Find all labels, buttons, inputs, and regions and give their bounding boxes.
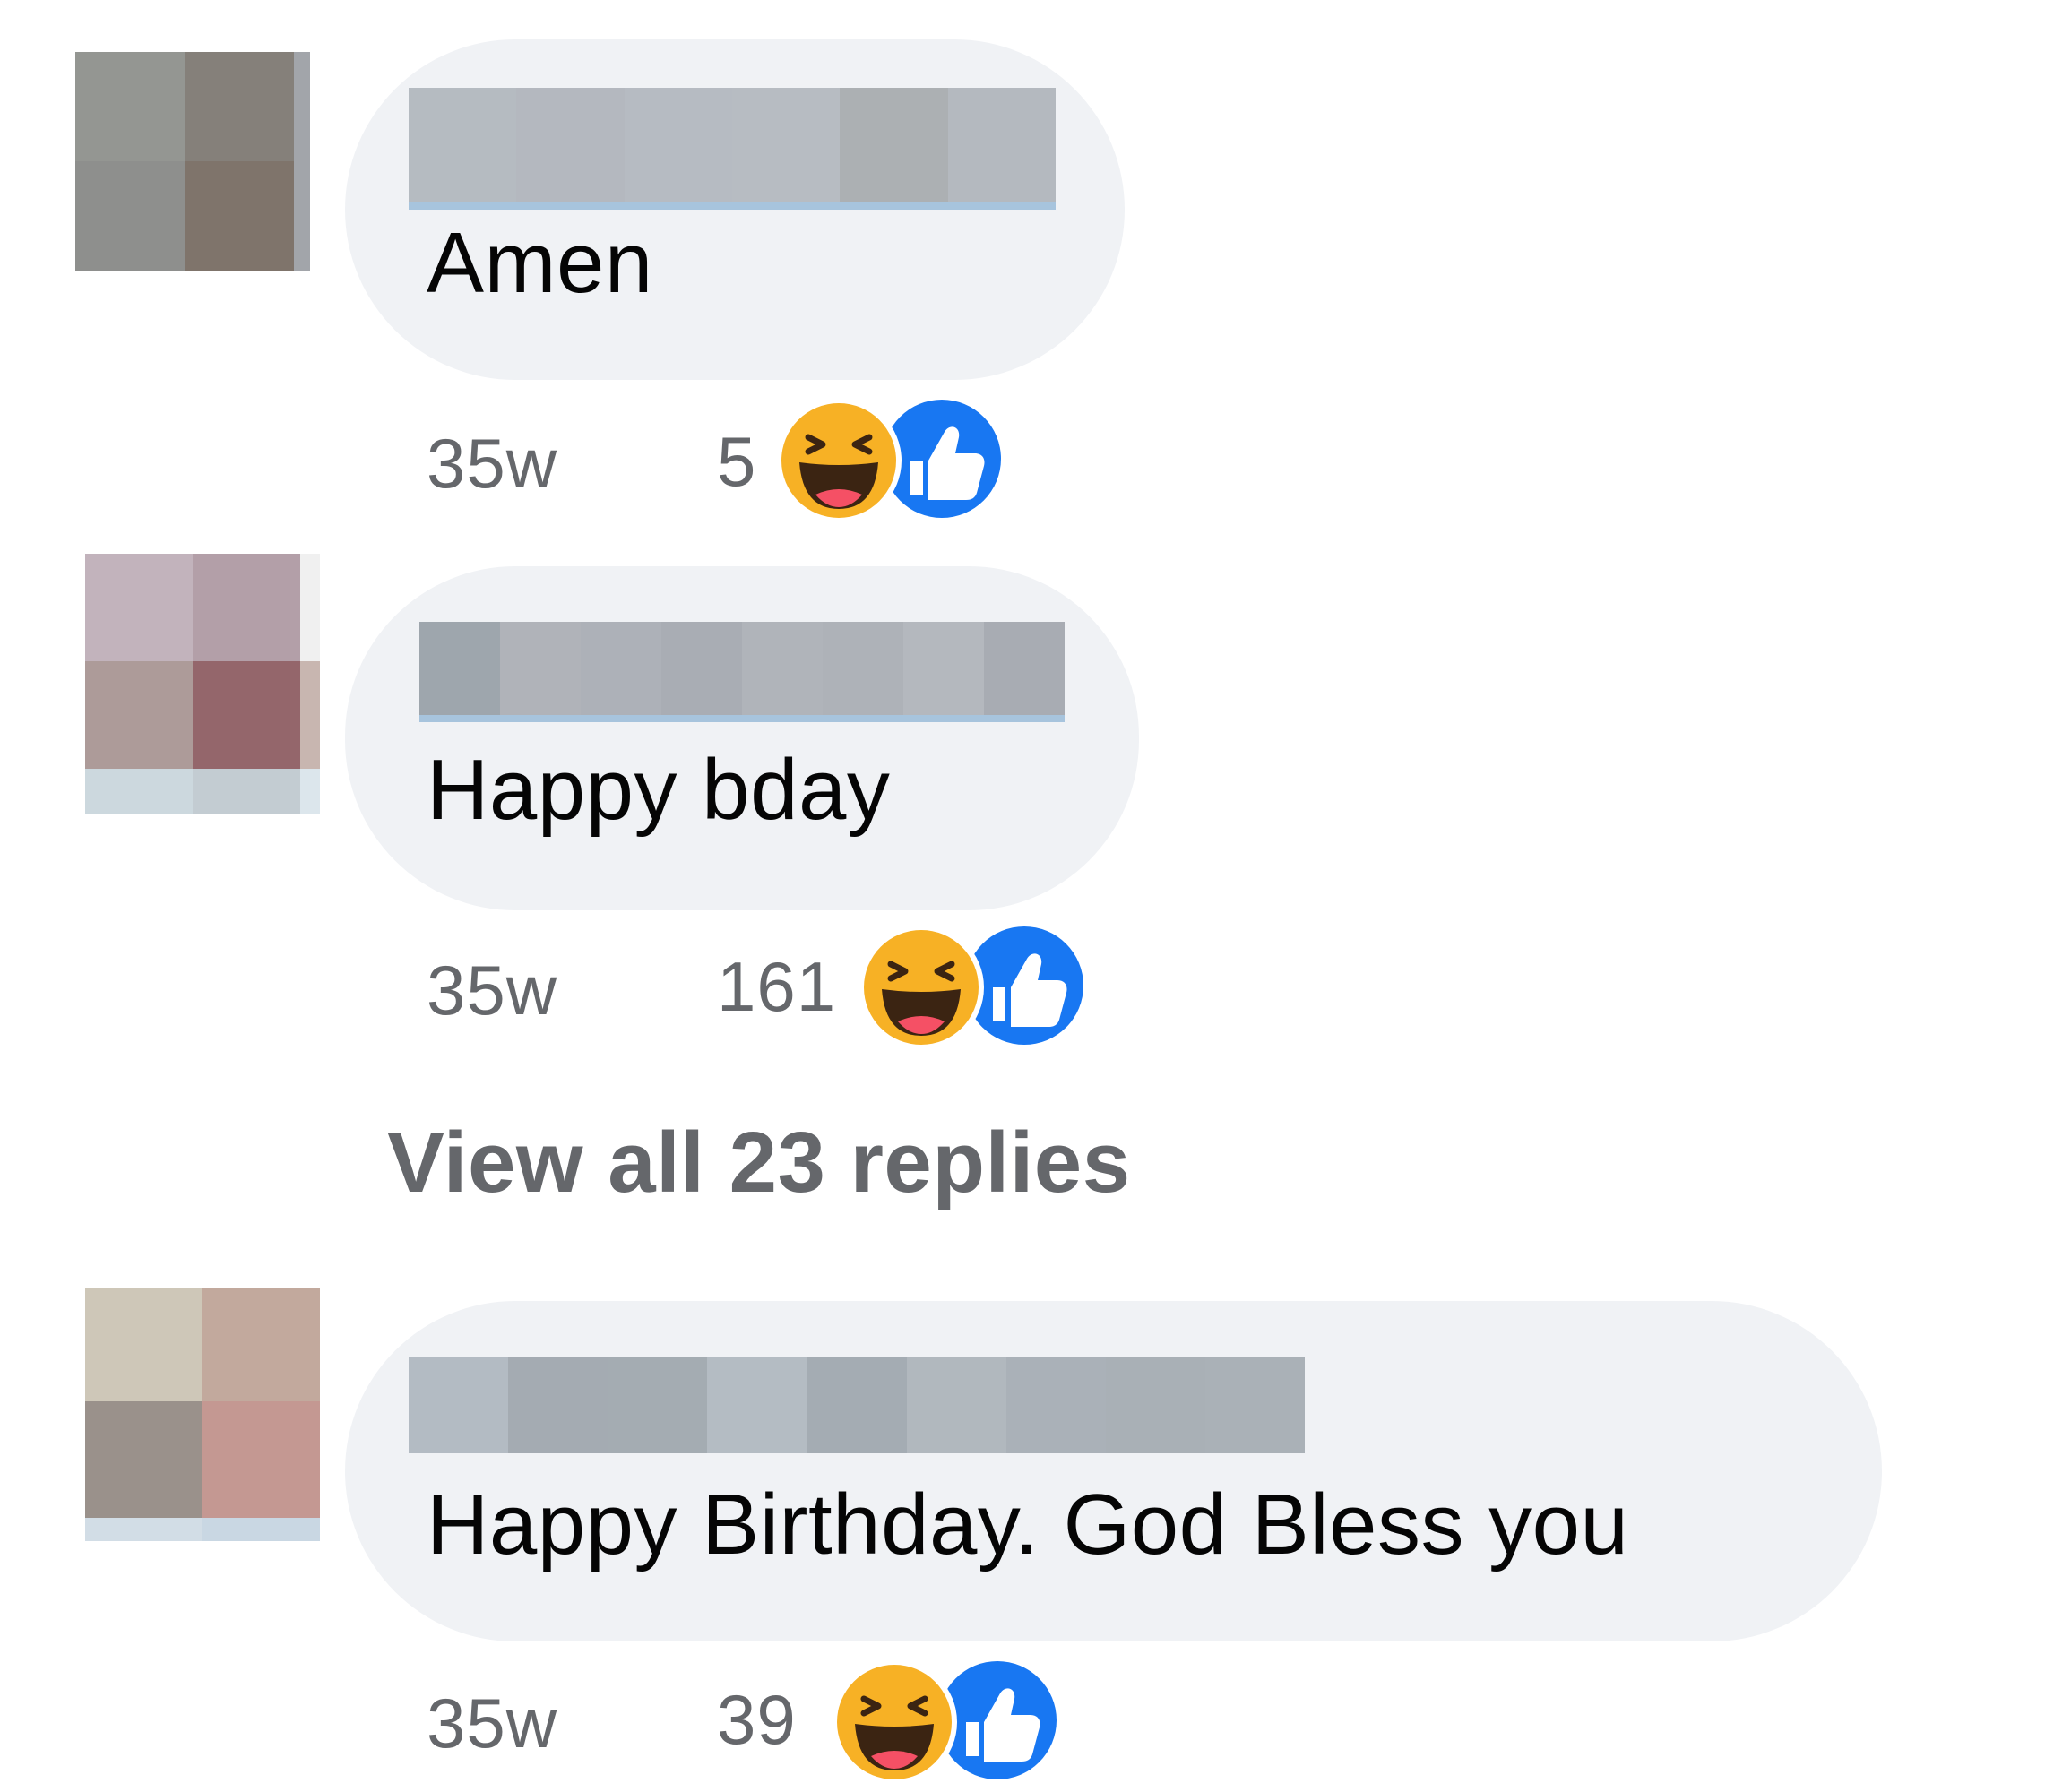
commenter-name-redacted[interactable] — [419, 622, 1065, 722]
reaction-icons[interactable] — [832, 1659, 1065, 1785]
reaction-icons[interactable] — [776, 398, 1009, 523]
commenter-name-redacted[interactable] — [409, 1357, 1305, 1453]
comment-text: Amen — [427, 215, 653, 311]
reaction-icons[interactable] — [859, 925, 1092, 1050]
comment-timestamp[interactable]: 35w — [427, 428, 557, 498]
avatar[interactable] — [85, 554, 320, 814]
haha-icon — [776, 398, 902, 523]
haha-icon — [859, 925, 984, 1050]
avatar[interactable] — [75, 52, 310, 271]
reaction-count[interactable]: 5 — [717, 426, 756, 496]
reaction-count[interactable]: 39 — [717, 1684, 797, 1754]
comment-bubble — [345, 1301, 1882, 1641]
reaction-count[interactable]: 161 — [717, 952, 836, 1021]
comment-bubble — [345, 566, 1139, 910]
commenter-name-redacted[interactable] — [409, 88, 1056, 210]
comment-timestamp[interactable]: 35w — [427, 1688, 557, 1758]
view-all-replies-link[interactable]: View all 23 replies — [387, 1120, 1131, 1206]
haha-icon — [832, 1659, 957, 1785]
comment-timestamp[interactable]: 35w — [427, 955, 557, 1025]
avatar[interactable] — [85, 1288, 320, 1541]
comment-text: Happy Birthday. God Bless you — [427, 1477, 1629, 1572]
comment-text: Happy bday — [427, 742, 891, 838]
